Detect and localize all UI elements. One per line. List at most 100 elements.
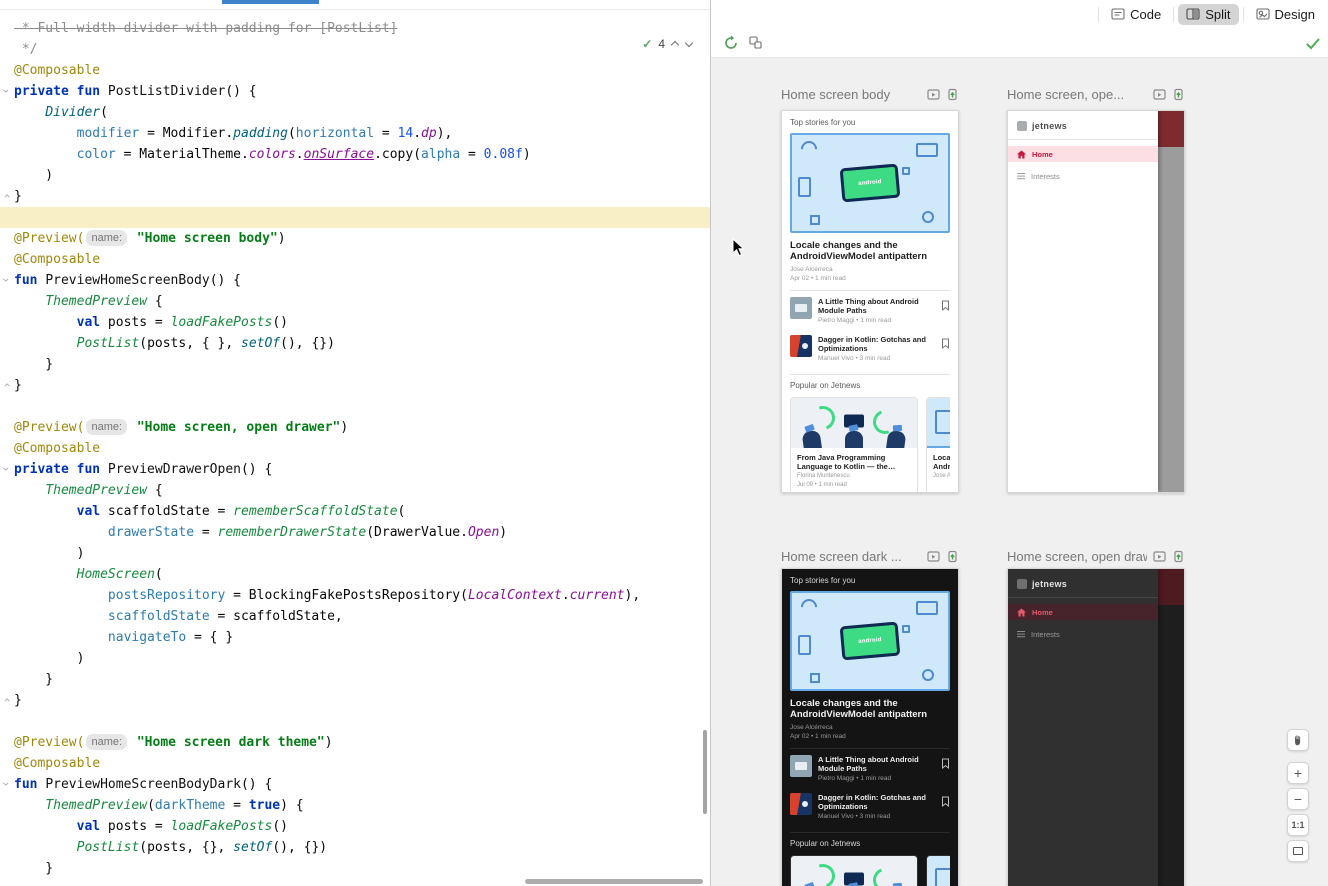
- code-line[interactable]: @Preview(name: "Home screen, open drawer…: [0, 417, 710, 438]
- jetnews-logo-text: jetnews: [1032, 579, 1067, 589]
- drawer-item-interests: Interests: [1008, 168, 1158, 184]
- zoom-out-button[interactable]: −: [1287, 788, 1309, 810]
- deploy-preview-icon[interactable]: [1172, 88, 1185, 101]
- fold-marker-icon[interactable]: ›: [0, 86, 14, 97]
- code-line[interactable]: fun PreviewHomeScreenBody() {: [0, 270, 710, 291]
- code-line[interactable]: @Composable: [0, 753, 710, 774]
- code-line[interactable]: val scaffoldState = rememberScaffoldStat…: [0, 501, 710, 522]
- next-issue-icon[interactable]: [685, 40, 693, 48]
- list-item: Dagger in Kotlin: Gotchas and Optimizati…: [790, 787, 950, 825]
- fold-marker-icon[interactable]: ›: [0, 695, 14, 706]
- editor-vertical-scrollbar[interactable]: [703, 730, 707, 814]
- deploy-preview-icon[interactable]: [946, 550, 959, 563]
- code-editor[interactable]: * Full-width divider with padding for [P…: [0, 10, 710, 886]
- active-tab-indicator[interactable]: [222, 0, 319, 4]
- drawer-item-home: Home: [1008, 146, 1158, 162]
- code-line[interactable]: private fun PostListDivider() {: [0, 81, 710, 102]
- code-line[interactable]: postsRepository = BlockingFakePostsRepos…: [0, 585, 710, 606]
- article-title: Dagger in Kotlin: Gotchas and Optimizati…: [818, 793, 935, 811]
- code-line[interactable]: PostList(posts, { }, setOf(), {}): [0, 333, 710, 354]
- zoom-actual-size-button[interactable]: 1:1: [1287, 814, 1309, 836]
- preview-card-open-drawer-dark[interactable]: jetnews Home Interests: [1007, 568, 1185, 886]
- code-line[interactable]: HomeScreen(: [0, 564, 710, 585]
- code-line[interactable]: drawerState = rememberDrawerState(Drawer…: [0, 522, 710, 543]
- popular-card: From Java Programming Language to Kotlin…: [790, 397, 918, 493]
- preview-card-home-screen-dark[interactable]: Top stories for you android Locale chang…: [781, 568, 959, 886]
- fold-marker-icon[interactable]: ›: [0, 779, 14, 790]
- article-title: A Little Thing about Android Module Path…: [818, 297, 935, 315]
- deploy-preview-icon[interactable]: [946, 88, 959, 101]
- code-line[interactable]: }: [0, 858, 710, 879]
- code-line[interactable]: ): [0, 543, 710, 564]
- editor-horizontal-scrollbar[interactable]: [525, 879, 703, 884]
- code-line[interactable]: @Preview(name: "Home screen body"): [0, 228, 710, 249]
- code-line[interactable]: }: [0, 354, 710, 375]
- interactive-mode-icon[interactable]: [927, 550, 940, 563]
- interactive-mode-icon[interactable]: [1153, 88, 1166, 101]
- fold-marker-icon[interactable]: ›: [0, 464, 14, 475]
- build-refresh-icon[interactable]: [723, 35, 739, 56]
- preview-canvas[interactable]: Home screen body Home screen, ope... Hom…: [711, 58, 1328, 886]
- code-lines[interactable]: * Full-width divider with padding for [P…: [0, 18, 710, 879]
- code-line[interactable]: scaffoldState = scaffoldState,: [0, 606, 710, 627]
- code-line[interactable]: color = MaterialTheme.colors.onSurface.c…: [0, 144, 710, 165]
- code-line[interactable]: Divider(: [0, 102, 710, 123]
- ui-check-icon[interactable]: [749, 36, 762, 54]
- code-line[interactable]: [0, 207, 710, 228]
- code-line[interactable]: }: [0, 375, 710, 396]
- fold-marker-icon[interactable]: ›: [0, 275, 14, 286]
- jetnews-logo-icon: [1017, 121, 1027, 131]
- post-headline: Locale changes and the AndroidViewModel …: [790, 698, 950, 720]
- code-line[interactable]: fun PreviewHomeScreenBodyDark() {: [0, 774, 710, 795]
- fold-marker-icon[interactable]: ›: [0, 191, 14, 202]
- editor-pane: * Full-width divider with padding for [P…: [0, 0, 711, 886]
- code-line[interactable]: */: [0, 39, 710, 60]
- zoom-in-button[interactable]: +: [1287, 762, 1309, 784]
- code-line[interactable]: }: [0, 690, 710, 711]
- article-meta: Pietro Maggi • 1 min read: [818, 775, 935, 783]
- code-line[interactable]: private fun PreviewDrawerOpen() {: [0, 459, 710, 480]
- prev-issue-icon[interactable]: [671, 40, 679, 48]
- code-line[interactable]: @Composable: [0, 438, 710, 459]
- scrim-strip: [1158, 111, 1184, 492]
- jetnews-logo-text: jetnews: [1032, 121, 1067, 131]
- preview-card-open-drawer[interactable]: jetnews Home Interests: [1007, 110, 1185, 493]
- mode-code-button[interactable]: Code: [1103, 4, 1169, 25]
- code-line[interactable]: ThemedPreview {: [0, 291, 710, 312]
- code-line[interactable]: ThemedPreview(darkTheme = true) {: [0, 795, 710, 816]
- app-bar-stub: [1158, 111, 1184, 147]
- section-header: Top stories for you: [790, 576, 950, 586]
- code-line[interactable]: ): [0, 165, 710, 186]
- code-line[interactable]: [0, 711, 710, 732]
- zoom-to-fit-button[interactable]: [1287, 840, 1309, 862]
- article-thumbnail: [790, 297, 812, 319]
- preview-title-label: Home screen, ope...: [1007, 87, 1147, 102]
- mode-split-button[interactable]: Split: [1178, 4, 1238, 25]
- deploy-preview-icon[interactable]: [1172, 550, 1185, 563]
- preview-title-home-screen-dark: Home screen dark ...: [781, 549, 959, 564]
- interactive-mode-icon[interactable]: [927, 88, 940, 101]
- popular-author: Florina Muntenescu: [797, 473, 911, 480]
- mode-design-button[interactable]: Design: [1248, 4, 1323, 25]
- code-line[interactable]: PostList(posts, {}, setOf(), {}): [0, 837, 710, 858]
- popular-title: From Java Programming Language to Kotlin…: [797, 453, 911, 471]
- post-headline: Locale changes and the AndroidViewModel …: [790, 240, 950, 262]
- code-line[interactable]: @Composable: [0, 249, 710, 270]
- code-line[interactable]: @Composable: [0, 60, 710, 81]
- code-line[interactable]: }: [0, 669, 710, 690]
- code-line[interactable]: * Full-width divider with padding for [P…: [0, 18, 710, 39]
- pan-button[interactable]: [1287, 729, 1309, 751]
- interactive-mode-icon[interactable]: [1153, 550, 1166, 563]
- preview-card-home-screen-body[interactable]: Top stories for you android Locale chang…: [781, 110, 959, 493]
- code-line[interactable]: val posts = loadFakePosts(): [0, 312, 710, 333]
- code-line[interactable]: modifier = Modifier.padding(horizontal =…: [0, 123, 710, 144]
- fold-marker-icon[interactable]: ›: [0, 380, 14, 391]
- code-line[interactable]: val posts = loadFakePosts(): [0, 816, 710, 837]
- code-line[interactable]: @Preview(name: "Home screen dark theme"): [0, 732, 710, 753]
- inspections-widget[interactable]: ✓ 4: [639, 36, 696, 52]
- code-line[interactable]: ): [0, 648, 710, 669]
- code-line[interactable]: navigateTo = { }: [0, 627, 710, 648]
- code-line[interactable]: [0, 396, 710, 417]
- code-line[interactable]: }: [0, 186, 710, 207]
- code-line[interactable]: ThemedPreview {: [0, 480, 710, 501]
